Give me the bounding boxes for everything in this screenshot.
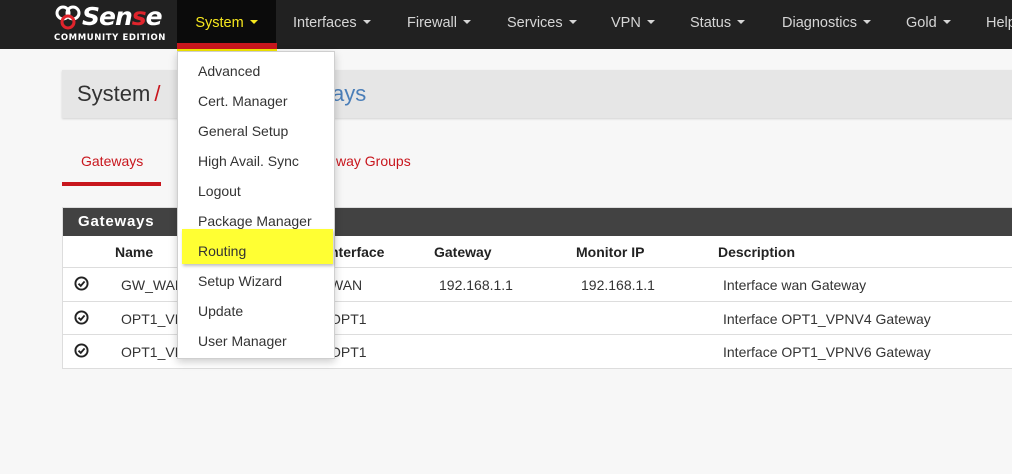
logo-mark-icon	[55, 5, 81, 30]
caret-down-icon	[462, 20, 471, 25]
column-header-gateway[interactable]: Gateway	[434, 244, 492, 260]
tab-gateways[interactable]: Gateways	[81, 153, 143, 169]
check-circle-icon	[74, 343, 89, 358]
column-header-name[interactable]: Name	[115, 244, 153, 260]
nav-interfaces[interactable]: Interfaces	[293, 0, 371, 49]
breadcrumb-separator: /	[154, 81, 161, 106]
breadcrumb: System /	[77, 81, 164, 107]
column-header-monitor-ip[interactable]: Monitor IP	[576, 244, 644, 260]
check-circle-icon	[74, 310, 89, 325]
nav-status-label: Status	[690, 15, 732, 31]
nav-firewall[interactable]: Firewall	[407, 0, 471, 49]
caret-down-icon	[737, 20, 746, 25]
check-circle-icon	[74, 276, 89, 291]
gateway-description: Interface wan Gateway	[723, 277, 867, 293]
gateway-description: Interface OPT1_VPNV6 Gateway	[723, 344, 931, 360]
nav-services[interactable]: Services	[507, 0, 577, 49]
gateway-interface: OPT1	[330, 344, 367, 360]
nav-diagnostics[interactable]: Diagnostics	[782, 0, 871, 49]
caret-down-icon	[942, 20, 951, 25]
nav-system-label: System	[195, 15, 244, 31]
menu-item-user-manager[interactable]: User Manager	[198, 333, 287, 349]
caret-down-icon	[862, 20, 871, 25]
gateway-name: OPT1_VP	[121, 344, 185, 360]
menu-item-setup-wizard[interactable]: Setup Wizard	[198, 273, 282, 289]
menu-item-update[interactable]: Update	[198, 303, 243, 319]
nav-gold[interactable]: Gold	[906, 0, 951, 49]
pfsense-logo[interactable]: Sense COMMUNITY EDITION	[54, 2, 166, 45]
gateway-address: 192.168.1.1	[439, 277, 513, 293]
nav-system[interactable]: System	[177, 0, 276, 49]
tab-active-indicator	[62, 182, 161, 186]
breadcrumb-root: System	[77, 81, 151, 106]
nav-vpn-label: VPN	[611, 15, 641, 31]
breadcrumb-current-link[interactable]: ays	[332, 81, 366, 107]
menu-item-general-setup[interactable]: General Setup	[198, 123, 288, 139]
nav-services-label: Services	[507, 15, 563, 31]
gateway-interface: OPT1	[330, 311, 367, 327]
logo-subtitle: COMMUNITY EDITION	[54, 33, 166, 43]
nav-vpn[interactable]: VPN	[611, 0, 655, 49]
nav-gold-label: Gold	[906, 15, 937, 31]
column-header-interface[interactable]: nterface	[330, 244, 384, 260]
menu-item-cert-manager[interactable]: Cert. Manager	[198, 93, 287, 109]
nav-help[interactable]: Help	[986, 0, 1012, 46]
menu-item-advanced[interactable]: Advanced	[198, 63, 260, 79]
nav-firewall-label: Firewall	[407, 15, 457, 31]
column-header-description[interactable]: Description	[718, 244, 795, 260]
gateway-name: GW_WAN	[121, 277, 186, 293]
nav-status[interactable]: Status	[690, 0, 746, 49]
gateway-monitor-ip: 192.168.1.1	[581, 277, 655, 293]
menu-item-logout[interactable]: Logout	[198, 183, 241, 199]
caret-down-icon	[249, 20, 258, 25]
tab-gateway-groups[interactable]: way Groups	[336, 153, 411, 169]
system-dropdown-menu: Advanced Cert. Manager General Setup Hig…	[177, 51, 335, 359]
menu-item-routing[interactable]: Routing	[198, 243, 246, 259]
menu-item-package-manager[interactable]: Package Manager	[198, 213, 312, 229]
nav-interfaces-label: Interfaces	[293, 15, 357, 31]
gateway-description: Interface OPT1_VPNV4 Gateway	[723, 311, 931, 327]
caret-down-icon	[568, 20, 577, 25]
menu-item-high-avail-sync[interactable]: High Avail. Sync	[198, 153, 299, 169]
nav-diagnostics-label: Diagnostics	[782, 15, 857, 31]
caret-down-icon	[362, 20, 371, 25]
logo-wordmark: Sense	[82, 2, 163, 31]
gateway-name: OPT1_VP	[121, 311, 185, 327]
caret-down-icon	[646, 20, 655, 25]
